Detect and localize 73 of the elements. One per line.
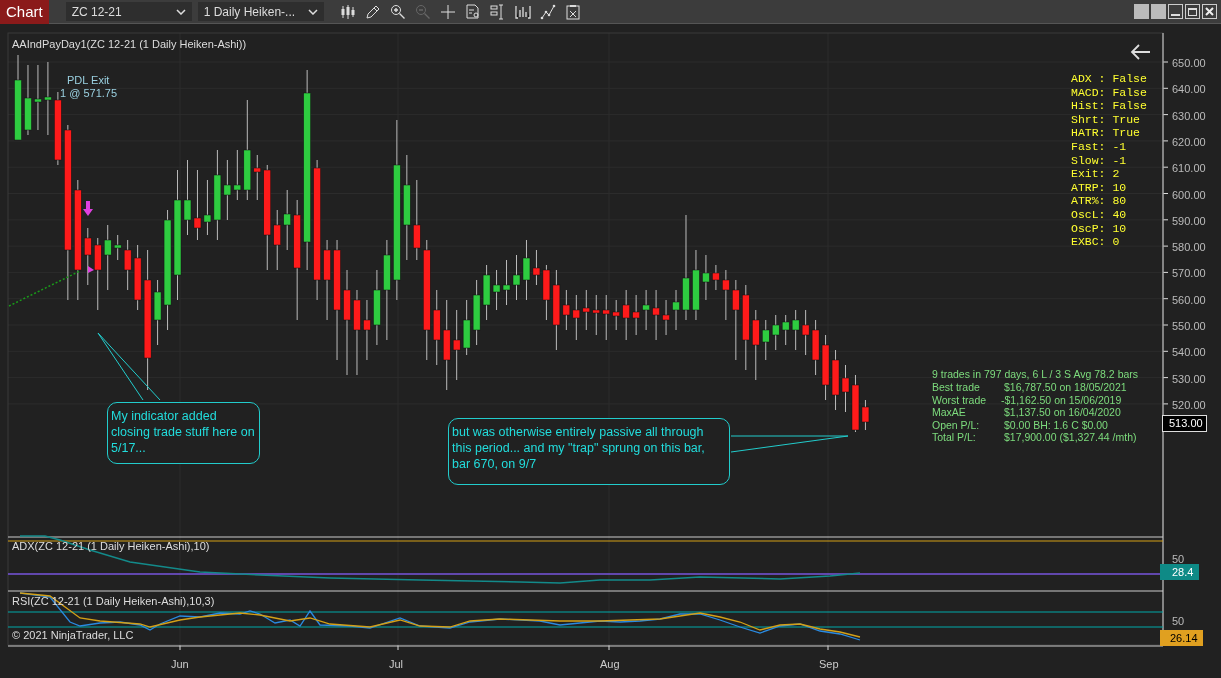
indicator-axis-label: 50 — [1172, 614, 1185, 629]
copyright-text: © 2021 NinjaTrader, LLC — [12, 628, 134, 643]
chart-title: AAIndPayDay1(ZC 12-21 (1 Daily Heiken-Ashi)) — [12, 37, 247, 52]
setting-line: Slow: -1 — [1071, 153, 1127, 167]
clipboard-icon[interactable] — [564, 3, 581, 20]
chart-button[interactable]: Chart — [0, 0, 49, 24]
pencil-icon[interactable] — [364, 3, 381, 20]
price-axis-label: 640.00 — [1172, 82, 1206, 98]
properties-icon[interactable] — [489, 3, 506, 20]
price-axis-label: 630.00 — [1172, 108, 1206, 124]
exit-detail: 1 @ 571.75 — [60, 86, 118, 101]
minimize-button[interactable] — [1168, 4, 1183, 19]
price-axis-label: 530.00 — [1172, 371, 1206, 387]
stats-label: Total P/L: — [932, 431, 976, 446]
current-price-tag: 513.00 — [1162, 415, 1207, 432]
price-axis-label: 520.00 — [1172, 397, 1206, 413]
setting-line: Exit: 2 — [1071, 167, 1120, 181]
close-button[interactable] — [1202, 4, 1217, 19]
stats-value: $17,900.00 ($1,327.44 /mth) — [1004, 430, 1137, 446]
line-chart-icon[interactable] — [539, 3, 556, 20]
exit-label: PDL Exit — [67, 73, 110, 88]
setting-line: OscP: 10 — [1071, 221, 1127, 235]
callout-note: but was otherwise entirely passive all through this period... and my "trap" sprung on this bar, bar 670, on 9/7 — [448, 418, 730, 485]
setting-line: Shrt: True — [1071, 112, 1140, 126]
price-axis-label: 590.00 — [1172, 213, 1206, 229]
price-axis-label: 550.00 — [1172, 319, 1206, 334]
price-axis-label: 650.00 — [1172, 56, 1206, 71]
setting-line: ADX : False — [1071, 72, 1147, 85]
back-arrow-icon — [1130, 44, 1151, 60]
price-axis-label: 580.00 — [1172, 240, 1206, 256]
price-axis-label: 600.00 — [1172, 187, 1206, 203]
bar-chart-icon[interactable] — [514, 3, 531, 20]
date-axis-label: Jul — [389, 657, 404, 672]
chevron-icon — [307, 8, 318, 15]
price-axis-label: 560.00 — [1172, 292, 1206, 308]
stats-value: $1,137.50 on 16/04/2020 — [1004, 406, 1121, 421]
callout-pointer — [97, 332, 161, 401]
price-axis-label: 540.00 — [1172, 345, 1206, 361]
stats-label: Worst trade — [932, 392, 987, 408]
stats-value: $16,787.50 on 18/05/2021 — [1004, 380, 1127, 395]
setting-line: HATR: True — [1071, 126, 1140, 140]
document-search-icon[interactable] — [464, 3, 481, 20]
chevron-icon — [175, 8, 186, 15]
indicator-title: ADX(ZC 12-21 (1 Daily Heiken-Ashi),10) — [12, 539, 210, 554]
callout-note: My indicator added closing trade stuff here on 5/17... — [107, 402, 260, 464]
maximize-button[interactable] — [1185, 4, 1200, 19]
setting-line: MACD: False — [1071, 85, 1147, 99]
crosshair-icon[interactable] — [439, 3, 456, 20]
rsi-value-tag: 26.14 — [1160, 630, 1203, 646]
stats-label: Best trade — [932, 380, 980, 395]
date-axis-label: Sep — [819, 657, 839, 672]
adx-value-tag: 28.4 — [1160, 564, 1200, 580]
price-axis-label: 610.00 — [1172, 161, 1206, 177]
setting-line: ATR%: 80 — [1071, 194, 1127, 208]
setting-line: Hist: False — [1071, 99, 1147, 113]
stats-summary: 9 trades in 797 days, 6 L / 3 S Avg 78.2 bars — [932, 367, 1139, 382]
setting-line: EXBC: 0 — [1071, 235, 1120, 249]
setting-line: ATRP: 10 — [1071, 180, 1127, 194]
setting-line: Fast: -1 — [1071, 140, 1127, 153]
price-axis-label: 620.00 — [1172, 134, 1206, 150]
stats-value: -$1,162.50 on 15/06/2019 — [1001, 393, 1122, 408]
down-arrow-icon — [83, 201, 93, 216]
zoom-in-icon[interactable] — [389, 3, 406, 20]
indicator-axis-label: 50 — [1172, 552, 1185, 567]
instrument-dropdown[interactable]: ZC 12-21 — [65, 2, 192, 21]
candlestick-icon[interactable] — [339, 3, 356, 20]
price-axis-label: 570.00 — [1172, 266, 1206, 282]
period-dropdown[interactable]: 1 Daily Heiken-... — [197, 2, 324, 21]
date-axis-label: Aug — [600, 657, 620, 672]
exit-marker-icon — [88, 266, 94, 273]
date-axis-label: Jun — [171, 657, 189, 672]
setting-line: OscL: 40 — [1071, 208, 1127, 221]
stats-value: $0.00 BH: 1.6 C $0.00 — [1004, 418, 1108, 433]
